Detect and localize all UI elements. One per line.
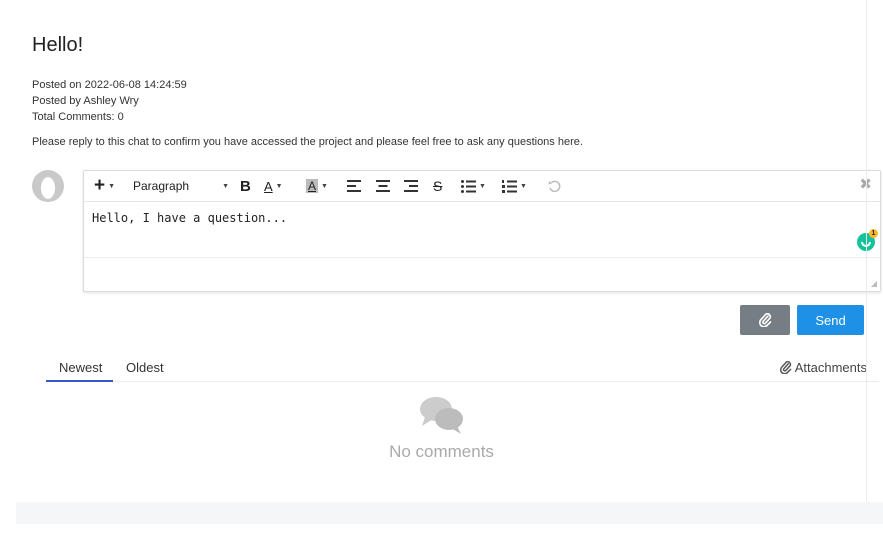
format-select-value: Paragraph	[133, 179, 190, 193]
undo-icon	[548, 180, 561, 192]
align-center-button[interactable]	[376, 177, 390, 195]
undo-button[interactable]	[548, 177, 561, 195]
posted-on: Posted on 2022-06-08 14:24:59	[32, 79, 187, 91]
tab-oldest[interactable]: Oldest	[126, 360, 164, 380]
comment-tabs: Newest Oldest Attachments	[46, 360, 879, 382]
send-button[interactable]: Send	[797, 305, 864, 335]
format-select[interactable]: Paragraph ▼	[133, 177, 229, 195]
insert-menu-button[interactable]: + ▼	[94, 175, 115, 196]
comments-icon	[419, 397, 463, 434]
align-left-button[interactable]	[347, 177, 361, 195]
align-right-button[interactable]	[404, 177, 418, 195]
font-color-icon: A	[264, 178, 273, 194]
strikethrough-icon: S	[433, 178, 443, 194]
strikethrough-button[interactable]: S	[433, 177, 442, 195]
posted-by: Posted by Ashley Wry	[32, 95, 139, 107]
post-description: Please reply to this chat to confirm you…	[32, 136, 583, 148]
numbered-list-icon	[502, 179, 517, 193]
active-tab-indicator	[46, 380, 113, 382]
editor-divider	[84, 257, 880, 258]
background-color-icon: A	[306, 179, 319, 193]
comment-editor[interactable]: + ▼ Paragraph ▼ B A ▼ A ▼ S ▼ ▼ Hello, I…	[83, 170, 881, 292]
bold-icon: B	[240, 177, 251, 195]
align-right-icon	[404, 180, 418, 192]
attachments-link[interactable]: Attachments	[779, 360, 867, 375]
avatar	[32, 170, 64, 202]
footer-band	[16, 502, 883, 524]
plus-icon: +	[94, 175, 106, 196]
align-center-icon	[376, 180, 390, 192]
paperclip-icon	[779, 361, 792, 374]
background-color-button[interactable]: A ▼	[306, 177, 328, 195]
bold-button[interactable]: B	[240, 177, 251, 195]
bullet-list-icon	[461, 179, 476, 193]
attach-file-button[interactable]	[740, 305, 790, 335]
align-left-icon	[347, 180, 361, 192]
paperclip-icon	[758, 313, 771, 327]
post-meta: Posted on 2022-06-08 14:24:59 Posted by …	[32, 77, 187, 125]
attachments-label: Attachments	[794, 360, 867, 375]
user-avatar-icon	[32, 170, 64, 202]
tab-newest[interactable]: Newest	[59, 360, 102, 380]
editor-content[interactable]: Hello, I have a question...	[92, 211, 287, 225]
numbered-list-button[interactable]: ▼	[502, 177, 527, 195]
empty-comments-state	[0, 395, 883, 442]
font-color-button[interactable]: A ▼	[264, 177, 283, 195]
editor-toolbar: + ▼ Paragraph ▼ B A ▼ A ▼ S ▼ ▼	[84, 171, 880, 202]
no-comments-text: No comments	[389, 442, 494, 461]
post-title: Hello!	[32, 34, 84, 56]
bullet-list-button[interactable]: ▼	[461, 177, 486, 195]
grammarly-count-badge: 1	[869, 229, 878, 238]
resize-handle-icon[interactable]: ◢	[871, 279, 877, 288]
total-comments: Total Comments: 0	[32, 111, 124, 123]
